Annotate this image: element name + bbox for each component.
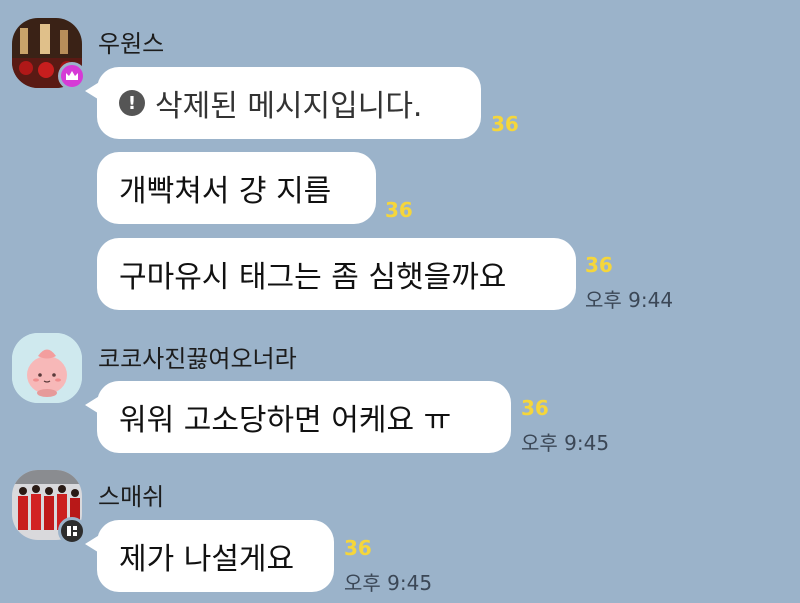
message-bubble[interactable]: 구마유시 태그는 좀 심햇을까요: [97, 238, 576, 310]
message-text: 워워 고소당하면 어케요 ㅠ: [119, 403, 452, 438]
message-text: 제가 나설게요: [119, 542, 295, 577]
exclamation-icon: !: [119, 90, 145, 116]
sender-name: 코코사진끓여오너라: [98, 345, 297, 373]
message-bubble[interactable]: 제가 나설게요: [85, 520, 334, 592]
avatar-코코사진끓여오너라[interactable]: [12, 333, 82, 403]
crown-icon: [66, 71, 78, 80]
sender-name: 우원스: [98, 30, 165, 58]
message-text: 삭제된 메시지입니다.: [155, 89, 423, 124]
unread-count: 36: [385, 198, 413, 222]
sender-name: 스매쉬: [98, 483, 165, 511]
message-bubble[interactable]: 개빡쳐서 걍 지름: [97, 152, 376, 224]
unread-count: 36: [585, 253, 613, 277]
unread-count: 36: [344, 536, 372, 560]
grid-badge: [58, 517, 86, 545]
message-time: 오후 9:44: [585, 288, 674, 312]
grid-icon: [67, 526, 77, 536]
message-bubble[interactable]: ! 삭제된 메시지입니다.: [85, 67, 481, 139]
unread-count: 36: [491, 112, 519, 136]
crown-badge: [58, 62, 86, 90]
message-time: 오후 9:45: [344, 571, 433, 595]
message-text: 구마유시 태그는 좀 심햇을까요: [119, 260, 507, 295]
message-text: 개빡쳐서 걍 지름: [119, 174, 332, 209]
unread-count: 36: [521, 396, 549, 420]
message-bubble[interactable]: 워워 고소당하면 어케요 ㅠ: [85, 381, 511, 453]
message-time: 오후 9:45: [521, 431, 610, 455]
